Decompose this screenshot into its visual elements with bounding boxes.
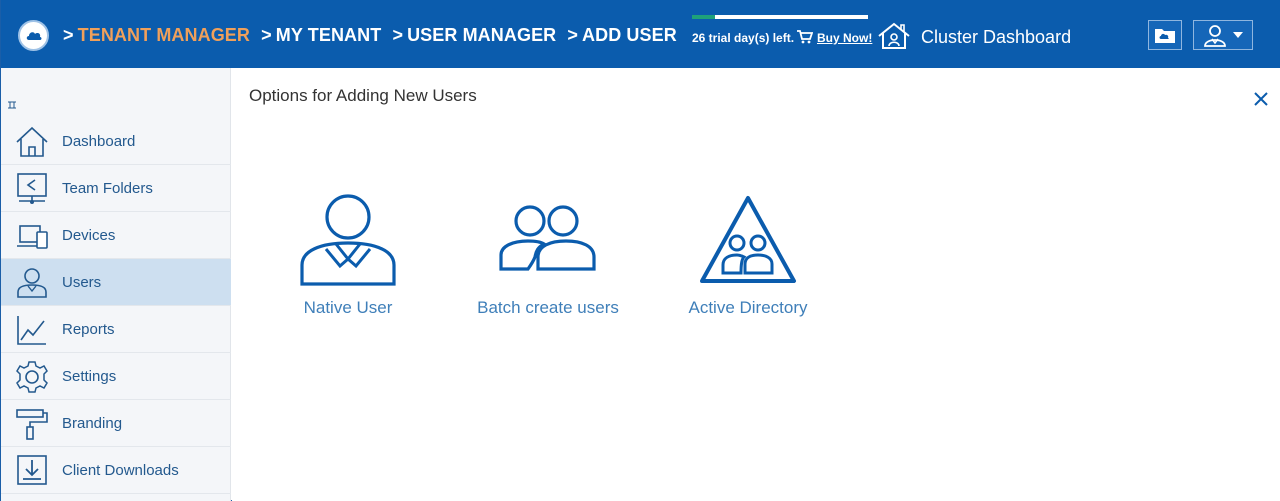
sidebar-item-client-downloads[interactable]: Client Downloads — [1, 447, 231, 494]
sidebar-collapse-icon[interactable] — [7, 101, 17, 109]
sidebar-item-label: Client Downloads — [62, 462, 179, 479]
download-icon — [17, 455, 47, 485]
user-menu-button[interactable] — [1193, 20, 1253, 50]
app-window: > TENANT MANAGER > MY TENANT > USER MANAGER… — [0, 0, 1280, 501]
batch-create-users-option[interactable]: Batch create users — [448, 193, 648, 323]
sidebar-item-dashboard[interactable]: Dashboard — [1, 118, 231, 165]
main-content: Options for Adding New Users Native User… — [232, 68, 1280, 501]
breadcrumb-separator: > — [63, 25, 74, 45]
batch-users-icon — [499, 205, 596, 271]
sidebar-item-users[interactable]: Users — [1, 259, 231, 306]
caret-down-icon — [1233, 32, 1243, 38]
breadcrumb-label: USER MANAGER — [407, 25, 557, 45]
reports-icon — [17, 316, 46, 345]
sidebar-item-team-folders[interactable]: Team Folders — [1, 165, 231, 212]
house-icon[interactable] — [877, 22, 911, 50]
native-user-option[interactable]: Native User — [248, 193, 448, 323]
breadcrumb-separator: > — [567, 25, 579, 45]
page-title: Options for Adding New Users — [249, 86, 477, 105]
trial-progress-fill — [692, 15, 715, 19]
native-user-icon — [300, 194, 396, 286]
breadcrumb: > TENANT MANAGER > MY TENANT > USER MANAGER… — [63, 25, 683, 46]
buy-now-link[interactable]: Buy Now! — [817, 31, 872, 45]
sidebar-item-label: Settings — [62, 368, 117, 385]
active-directory-option[interactable]: Active Directory — [648, 193, 848, 323]
sidebar-nav: Dashboard Team Folders Devices Users Rep… — [1, 118, 231, 494]
sidebar-item-settings[interactable]: Settings — [1, 353, 231, 400]
active-directory-icon — [700, 196, 796, 283]
batch-create-users-label: Batch create users — [477, 298, 619, 317]
breadcrumb-separator: > — [261, 25, 272, 45]
breadcrumb-separator: > — [392, 25, 404, 45]
close-icon[interactable] — [1253, 91, 1269, 107]
sidebar-item-branding[interactable]: Branding — [1, 400, 231, 447]
paint-roller-icon — [16, 409, 48, 440]
trial-progress-bar — [692, 15, 868, 19]
sidebar-item-devices[interactable]: Devices — [1, 212, 231, 259]
sidebar: Dashboard Team Folders Devices Users Rep… — [1, 68, 231, 501]
sidebar-item-label: Branding — [62, 415, 123, 432]
home-icon — [16, 126, 48, 157]
breadcrumb-item-user-manager[interactable]: > USER MANAGER — [392, 25, 561, 45]
trial-days-text: 26 trial day(s) left. — [692, 31, 795, 45]
sidebar-item-label: Users — [62, 274, 102, 291]
users-icon — [17, 268, 47, 298]
sidebar-item-label: Devices — [62, 227, 116, 244]
breadcrumb-item-add-user: > ADD USER — [567, 25, 676, 45]
cloud-logo-icon[interactable] — [18, 20, 49, 51]
devices-icon — [17, 225, 48, 249]
team-folder-icon — [17, 173, 47, 204]
breadcrumb-label: MY TENANT — [275, 25, 382, 45]
active-directory-label: Active Directory — [688, 298, 808, 317]
breadcrumb-label: ADD USER — [582, 25, 677, 45]
top-header: > TENANT MANAGER > MY TENANT > USER MANAGER… — [1, 0, 1280, 68]
gear-icon — [16, 361, 48, 393]
cluster-dashboard-link[interactable]: Cluster Dashboard — [921, 27, 1071, 48]
folder-button[interactable] — [1148, 20, 1182, 50]
sidebar-item-label: Reports — [62, 321, 115, 338]
user-icon — [1204, 25, 1226, 47]
native-user-label: Native User — [303, 298, 393, 317]
breadcrumb-item-tenant-manager[interactable]: > TENANT MANAGER — [63, 25, 255, 45]
sidebar-item-label: Dashboard — [62, 133, 136, 150]
sidebar-item-reports[interactable]: Reports — [1, 306, 231, 353]
folder-icon — [1155, 29, 1175, 43]
breadcrumb-label: TENANT MANAGER — [77, 25, 251, 45]
cart-icon[interactable] — [796, 30, 813, 44]
breadcrumb-item-my-tenant[interactable]: > MY TENANT — [261, 25, 386, 45]
sidebar-item-label: Team Folders — [62, 180, 153, 197]
